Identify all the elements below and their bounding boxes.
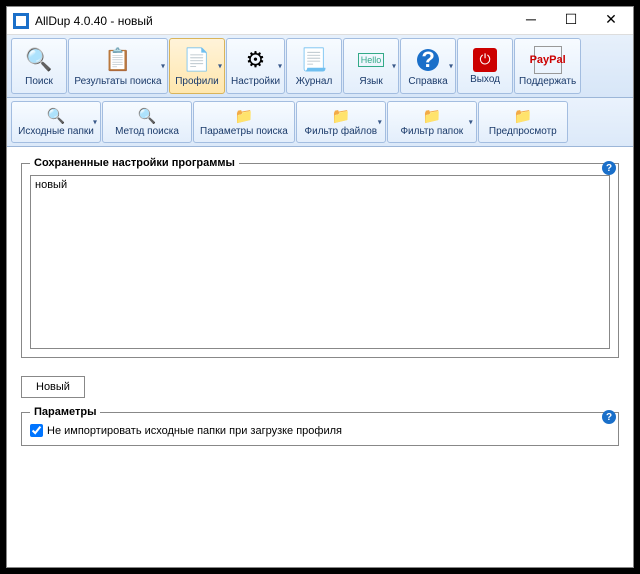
toolbar-label: Профили xyxy=(175,76,219,87)
toolbar-icon: 📃 xyxy=(300,46,328,74)
content-area: Сохраненные настройки программы ? новый … xyxy=(7,147,633,567)
maximize-button[interactable]: ☐ xyxy=(551,8,591,34)
toolbar-icon: 📄 xyxy=(183,46,211,74)
toolbar-label: Поиск xyxy=(25,76,53,87)
toolbar-button[interactable]: 📋 Результаты поиска▾ xyxy=(68,38,168,94)
subtoolbar-icon: 📁 xyxy=(514,107,532,125)
dropdown-icon: ▾ xyxy=(449,62,453,71)
list-item[interactable]: новый xyxy=(33,178,607,192)
subtoolbar-button[interactable]: 📁Предпросмотр xyxy=(478,101,568,143)
toolbar-icon: 📋 xyxy=(104,46,132,74)
dropdown-icon: ▾ xyxy=(161,62,165,71)
toolbar-label: Настройки xyxy=(231,76,280,87)
toolbar-label: Журнал xyxy=(296,76,333,87)
subtoolbar-button[interactable]: 🔍Метод поиска xyxy=(102,101,192,143)
subtoolbar-label: Исходные папки xyxy=(18,126,94,137)
toolbar-label: Выход xyxy=(470,74,500,85)
subtoolbar-icon: 🔍 xyxy=(138,107,156,125)
toolbar-label: Результаты поиска xyxy=(74,76,161,87)
dropdown-icon: ▾ xyxy=(278,62,282,71)
help-icon[interactable]: ? xyxy=(602,161,616,175)
toolbar-icon: ⚙ xyxy=(242,46,270,74)
subtoolbar-label: Метод поиска xyxy=(115,126,179,137)
toolbar-icon: 🔍 xyxy=(25,46,53,74)
saved-settings-legend: Сохраненные настройки программы xyxy=(30,157,239,169)
toolbar-button[interactable]: 📄 Профили ▾ xyxy=(169,38,225,94)
subtoolbar-label: Фильтр файлов xyxy=(305,126,378,137)
dropdown-icon: ▾ xyxy=(218,62,222,71)
toolbar-icon: ⏻ xyxy=(473,48,497,72)
saved-settings-group: Сохраненные настройки программы ? новый xyxy=(21,157,619,358)
toolbar-label: Язык xyxy=(359,76,382,87)
subtoolbar-button[interactable]: 📁Параметры поиска xyxy=(193,101,295,143)
toolbar-button[interactable]: ? Справка▾ xyxy=(400,38,456,94)
dropdown-icon: ▾ xyxy=(392,62,396,71)
subtoolbar-icon: 🔍 xyxy=(47,107,65,125)
subtoolbar-button[interactable]: 🔍Исходные папки▾ xyxy=(11,101,101,143)
minimize-button[interactable]: ─ xyxy=(511,8,551,34)
import-checkbox-row[interactable]: Не импортировать исходные папки при загр… xyxy=(30,424,610,437)
window-title: AllDup 4.0.40 - новый xyxy=(35,14,511,28)
subtoolbar-icon: 📁 xyxy=(423,107,441,125)
dropdown-icon: ▾ xyxy=(93,118,97,127)
subtoolbar-label: Фильтр папок xyxy=(400,126,463,137)
toolbar-button[interactable]: 📃 Журнал xyxy=(286,38,342,94)
import-checkbox-label: Не импортировать исходные папки при загр… xyxy=(47,425,342,437)
profiles-listbox[interactable]: новый xyxy=(30,175,610,349)
subtoolbar-icon: 📁 xyxy=(332,107,350,125)
toolbar-icon: Hello xyxy=(357,46,385,74)
toolbar-button[interactable]: 🔍 Поиск xyxy=(11,38,67,94)
toolbar-main: 🔍Поиск📋Результаты поиска▾📄Профили▾⚙Настр… xyxy=(7,35,633,98)
subtoolbar-label: Предпросмотр xyxy=(489,126,557,137)
toolbar-button[interactable]: PayPal Поддержать xyxy=(514,38,581,94)
toolbar-button[interactable]: ⚙ Настройки ▾ xyxy=(226,38,285,94)
close-button[interactable]: ✕ xyxy=(591,8,631,34)
subtoolbar-button[interactable]: 📁Фильтр файлов▾ xyxy=(296,101,386,143)
toolbar-button[interactable]: ⏻ Выход xyxy=(457,38,513,94)
dropdown-icon: ▾ xyxy=(469,118,473,127)
toolbar-icon: ? xyxy=(414,46,442,74)
dropdown-icon: ▾ xyxy=(378,118,382,127)
subtoolbar-label: Параметры поиска xyxy=(200,126,288,137)
toolbar-label: Поддержать xyxy=(519,76,576,87)
subtoolbar-button[interactable]: 📁Фильтр папок ▾ xyxy=(387,101,477,143)
window-controls: ─ ☐ ✕ xyxy=(511,8,631,34)
new-button[interactable]: Новый xyxy=(21,376,85,398)
toolbar-icon: PayPal xyxy=(534,46,562,74)
titlebar: AllDup 4.0.40 - новый ─ ☐ ✕ xyxy=(7,7,633,35)
subtoolbar-icon: 📁 xyxy=(235,107,253,125)
parameters-group: Параметры ? Не импортировать исходные па… xyxy=(21,406,619,446)
help-icon[interactable]: ? xyxy=(602,410,616,424)
parameters-legend: Параметры xyxy=(30,406,100,418)
toolbar-label: Справка xyxy=(408,76,447,87)
app-icon xyxy=(13,13,29,29)
toolbar-sub: 🔍Исходные папки▾🔍Метод поиска📁Параметры … xyxy=(7,98,633,147)
toolbar-button[interactable]: Hello Язык ▾ xyxy=(343,38,399,94)
import-checkbox[interactable] xyxy=(30,424,43,437)
app-window: AllDup 4.0.40 - новый ─ ☐ ✕ 🔍 Поиск 📋 Резул… xyxy=(6,6,634,568)
